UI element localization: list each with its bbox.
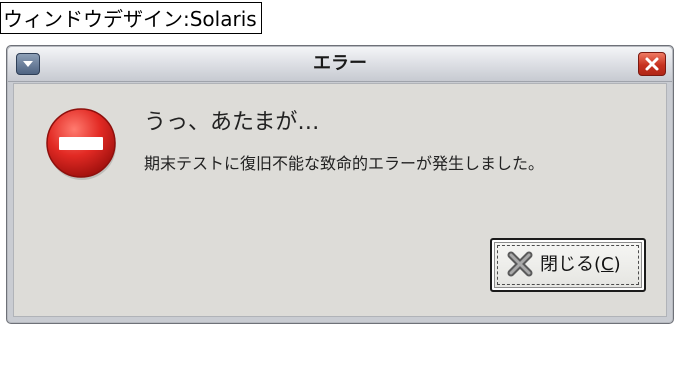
dialog-content: うっ、あたまが… 期末テストに復旧不能な致命的エラーが発生しました。 閉じる(C… [13,83,667,317]
error-headline: うっ、あたまが… [144,110,320,135]
window-title: エラー [313,53,367,74]
close-button-mnemonic: C [601,254,614,275]
window-close-button[interactable] [638,52,666,76]
close-button-label-prefix: 閉じる( [540,254,602,275]
design-caption: ウィンドウデザイン:Solaris [0,2,262,34]
close-dialog-button[interactable]: 閉じる(C) [490,238,646,292]
titlebar[interactable]: エラー [8,47,672,82]
error-stop-icon [46,108,116,180]
close-button-label: 閉じる(C) [540,240,621,290]
close-button-label-suffix: ) [613,254,621,275]
error-dialog-window: エラー うっ、あたまが… 期末テストに復旧不能な致命的エラーが発生しました。 閉… [6,45,674,324]
x-icon [507,251,533,277]
error-message: 期末テストに復旧不能な致命的エラーが発生しました。 [144,154,545,173]
close-icon [645,57,659,71]
